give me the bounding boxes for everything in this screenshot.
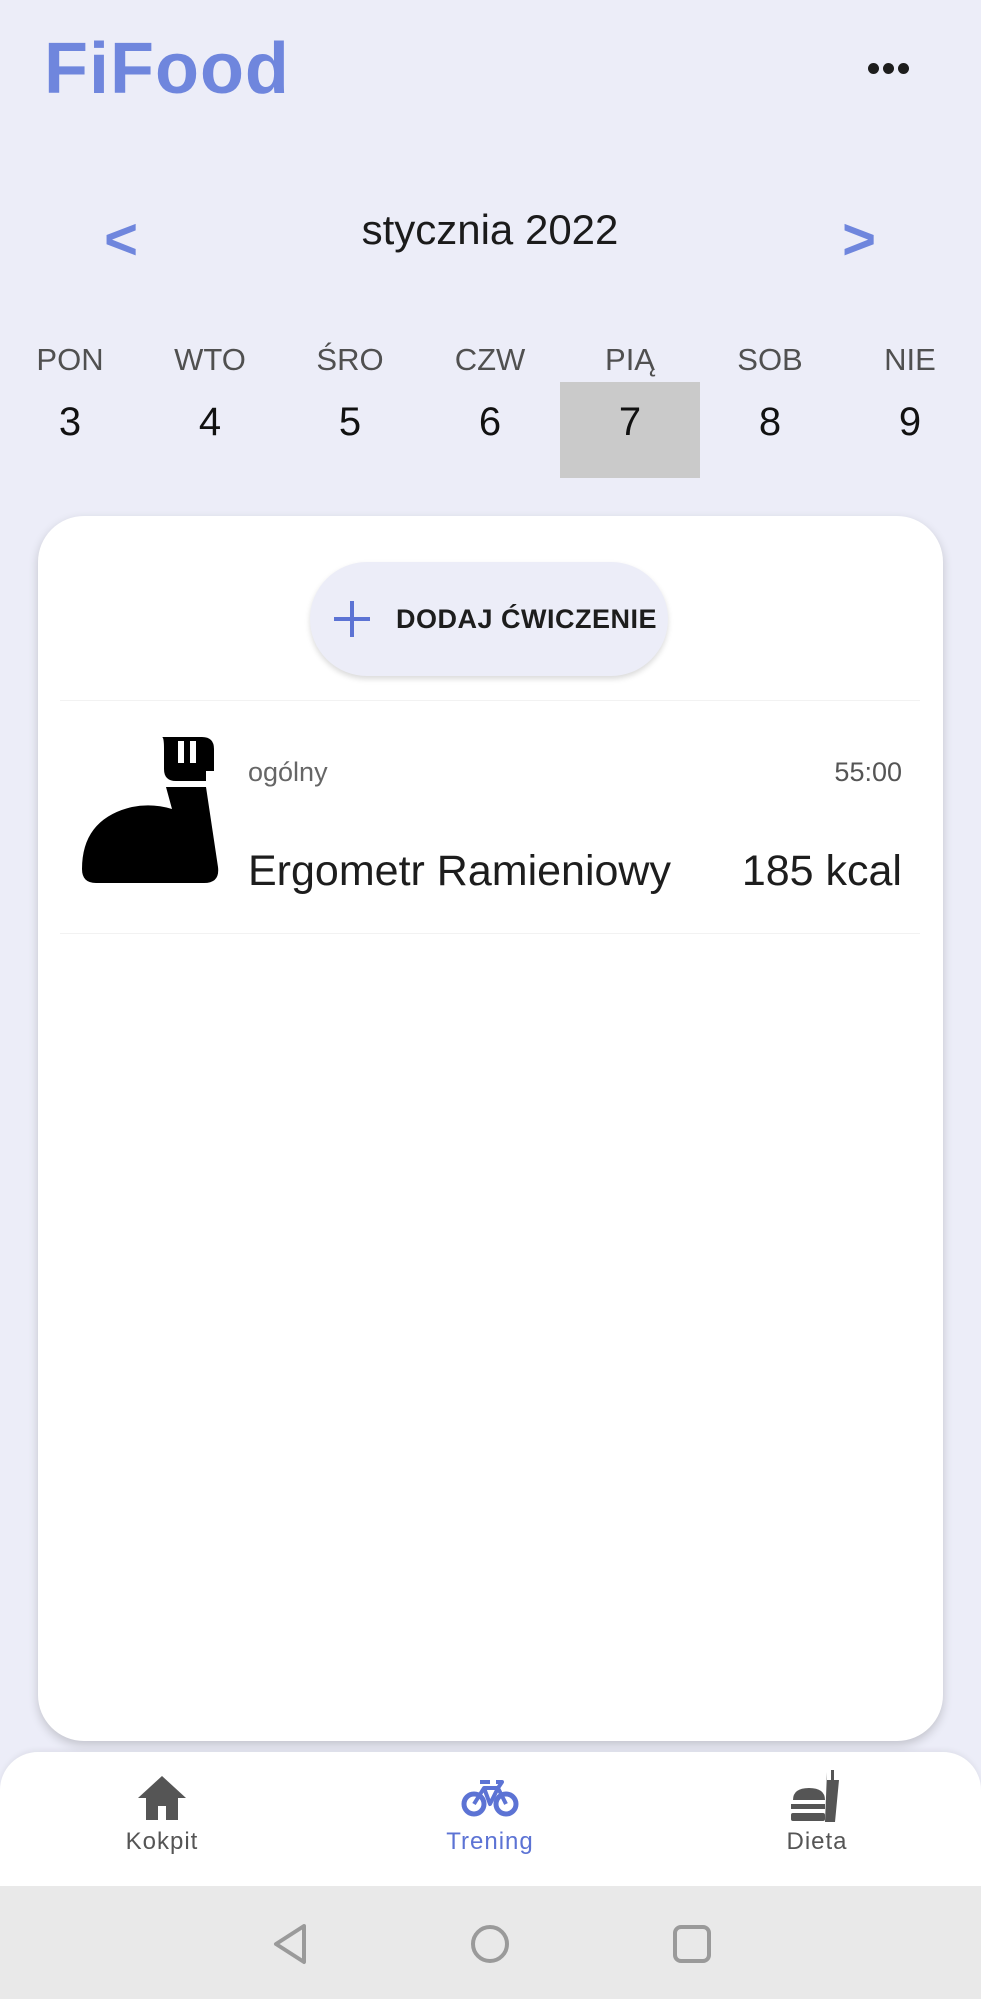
home-icon	[138, 1776, 186, 1820]
day-number: 9	[898, 400, 922, 444]
next-month-button[interactable]: >	[824, 200, 894, 280]
day-tue[interactable]: WTO 4	[140, 338, 280, 478]
exercise-card: DODAJ ĆWICZENIE ogólny 55:00 Ergometr Ra…	[38, 516, 943, 1741]
day-name: ŚRO	[316, 342, 384, 377]
tab-label: Trening	[446, 1828, 534, 1855]
day-number: 5	[338, 400, 362, 444]
more-horizontal-icon	[867, 62, 879, 74]
exercise-kcal: 185 kcal	[741, 847, 902, 895]
day-number: 7	[618, 400, 642, 444]
day-number: 3	[58, 400, 82, 444]
flexed-arm-icon	[82, 737, 219, 883]
bicycle-icon	[461, 1780, 519, 1817]
add-exercise-label: DODAJ ĆWICZENIE	[396, 603, 658, 634]
day-name: WTO	[174, 342, 246, 377]
day-wed[interactable]: ŚRO 5	[280, 338, 420, 478]
exercise-list-item[interactable]: ogólny 55:00 Ergometr Ramieniowy 185 kca…	[60, 700, 920, 934]
exercise-duration: 55:00	[834, 757, 902, 787]
day-name: CZW	[454, 342, 526, 377]
plus-icon	[332, 599, 372, 639]
day-sun[interactable]: NIE 9	[840, 338, 980, 478]
exercise-category: ogólny	[248, 757, 328, 787]
app-title: FiFood	[44, 29, 290, 109]
day-name: PIĄ	[605, 342, 655, 377]
tab-trening[interactable]: Trening	[390, 1770, 590, 1880]
day-number: 6	[478, 400, 502, 444]
tab-label: Kokpit	[125, 1828, 199, 1855]
recents-square-icon[interactable]	[670, 1922, 714, 1966]
day-name: NIE	[884, 342, 936, 377]
month-label: stycznia 2022	[361, 206, 619, 253]
back-triangle-icon[interactable]	[268, 1922, 312, 1966]
day-name: PON	[36, 342, 104, 377]
day-fri-selected[interactable]: PIĄ 7	[560, 338, 700, 478]
day-number: 4	[198, 400, 222, 444]
day-number: 8	[758, 400, 782, 444]
previous-month-button[interactable]: <	[86, 200, 156, 280]
bottom-navigation: Kokpit Trening Dieta	[0, 1752, 981, 1886]
fastfood-icon	[791, 1770, 839, 1822]
day-sat[interactable]: SOB 8	[700, 338, 840, 478]
tab-dieta[interactable]: Dieta	[717, 1770, 917, 1880]
week-strip: PON 3 WTO 4 ŚRO 5 CZW 6 PIĄ 7 SOB 8 NIE …	[0, 338, 981, 478]
exercise-name: Ergometr Ramieniowy	[248, 847, 671, 895]
day-name: SOB	[737, 342, 803, 377]
more-options-button[interactable]	[858, 46, 918, 90]
add-exercise-button[interactable]: DODAJ ĆWICZENIE	[310, 562, 668, 676]
tab-label: Dieta	[786, 1828, 848, 1855]
tab-kokpit[interactable]: Kokpit	[62, 1770, 262, 1880]
day-mon[interactable]: PON 3	[0, 338, 140, 478]
system-navigation-bar	[0, 1886, 981, 1999]
home-circle-icon[interactable]	[468, 1922, 512, 1966]
day-thu[interactable]: CZW 6	[420, 338, 560, 478]
